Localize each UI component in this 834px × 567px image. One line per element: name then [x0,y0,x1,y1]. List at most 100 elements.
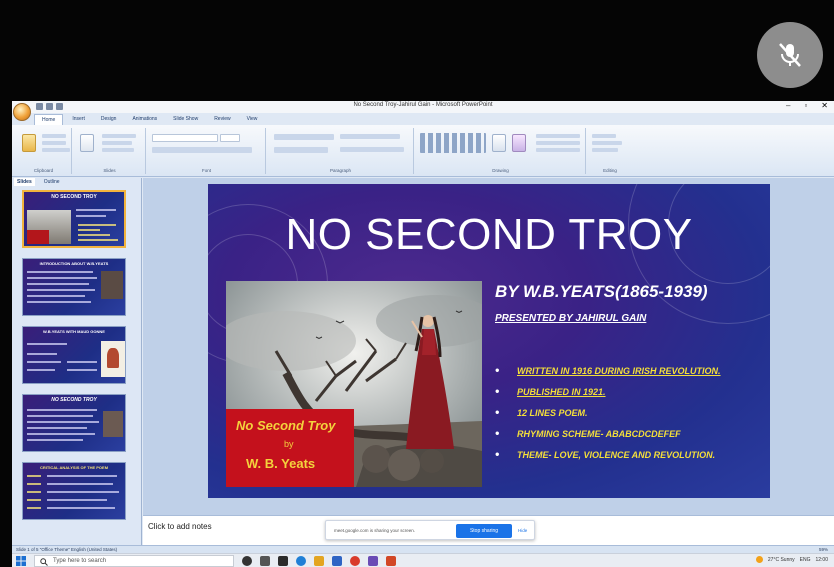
reset-button[interactable] [102,141,132,145]
shape-fill-button[interactable] [536,134,580,138]
poem-artwork[interactable]: No Second Troy by W. B. Yeats [226,281,482,487]
slide-bullets[interactable]: WRITTEN IN 1916 DURING IRISH REVOLUTION.… [494,363,721,471]
font-name-select[interactable] [152,134,218,142]
mic-off-icon[interactable] [757,22,823,88]
thumb-text-line [27,507,41,509]
tab-insert[interactable]: Insert [65,114,92,125]
slide-presenter[interactable]: PRESENTED BY JAHIRUL GAIN [495,313,646,324]
thumb-text-line [27,369,55,371]
slide-thumbnail-2[interactable]: 2 INTRODUCTION ABOUT W.B.YEATS [22,258,126,316]
thumb-text-line [27,277,97,279]
hide-share-bar-button[interactable]: Hide [518,528,527,533]
taskbar-search[interactable]: Type here to search [34,555,234,567]
window-title: No Second Troy-Jahirul Gain - Microsoft … [353,102,493,108]
copy-button[interactable] [42,141,66,145]
slide-thumbnail-3[interactable]: 3 W.B.YEATS WITH MAUD GONNE [22,326,126,384]
thumb-title: CRITICAL ANALYSIS OF THE POEM [39,465,109,470]
meeting-stage: No Second Troy-Jahirul Gain - Microsoft … [0,0,834,567]
minimize-icon[interactable]: – [786,101,790,110]
shared-screen: No Second Troy-Jahirul Gain - Microsoft … [12,101,834,567]
tab-slide-show[interactable]: Slide Show [166,114,205,125]
slide-byline[interactable]: BY W.B.YEATS(1865-1939) [495,282,708,302]
status-left: Slide 1 of 5 "Office Theme" English (Uni… [16,547,118,552]
thumb-text-line [47,475,117,477]
new-slide-button[interactable] [80,134,94,152]
paste-button[interactable] [22,134,36,152]
thumb-text-line [47,499,107,501]
layout-button[interactable] [102,134,136,138]
shapes-gallery[interactable] [420,133,486,153]
cortana-icon[interactable] [242,556,252,566]
notes-placeholder[interactable]: Click to add notes [148,522,212,531]
thumb-title: NO SECOND TROY [51,397,97,403]
windows-start-icon[interactable] [16,556,26,566]
tab-review[interactable]: Review [207,114,237,125]
thumb-text-line [27,295,85,297]
tab-design[interactable]: Design [94,114,124,125]
bullet-item: 12 LINES POEM. [494,405,721,429]
font-size-select[interactable] [220,134,240,142]
thumb-text-line [27,491,41,493]
slide-thumbnail-4[interactable]: 4 NO SECOND TROY [22,394,126,452]
arrange-button[interactable] [492,134,506,152]
language-indicator[interactable]: ENG [800,557,811,563]
store-icon[interactable] [278,556,288,566]
tab-home[interactable]: Home [34,114,64,125]
thumb-text-line [67,361,97,363]
maximize-icon[interactable]: ▫ [804,101,807,110]
windows-taskbar: Type here to search 27°C Sunny ENG 12:00 [12,553,834,567]
window-controls[interactable]: – ▫ ✕ [786,101,828,110]
notes-pane[interactable]: Click to add notes meet.google.com is sh… [143,515,834,545]
thumb-text-line [27,289,95,291]
list-buttons[interactable] [274,134,334,140]
tab-outline[interactable]: Outline [41,178,63,186]
office-button-icon[interactable] [13,103,31,121]
convert-smartart-button[interactable] [340,147,404,152]
thumb-text-line [47,507,115,509]
text-direction-button[interactable] [340,134,400,139]
tab-view[interactable]: View [240,114,265,125]
slide-thumbnail-5[interactable]: 5 CRITICAL ANALYSIS OF THE POEM [22,462,126,520]
slide-title[interactable]: NO SECOND TROY [208,210,770,260]
cut-button[interactable] [42,134,66,138]
editing-group: Editing [588,128,632,174]
ribbon: Clipboard Slides Font Paragraph Drawing … [12,125,834,177]
clipboard-group: Clipboard [16,128,72,174]
artwork-caption-title: No Second Troy [236,418,336,433]
thumb-text-line [27,433,95,435]
editing-group-label: Editing [603,168,617,173]
edge-icon[interactable] [296,556,306,566]
thumb-text-line [47,491,119,493]
shape-outline-button[interactable] [536,141,580,145]
font-format-buttons[interactable] [152,147,252,153]
slide-thumbnail-1[interactable]: 1 NO SECOND TROY [22,190,126,248]
clipboard-group-label: Clipboard [33,168,54,173]
current-slide[interactable]: NO SECOND TROY BY W.B.YEATS(1865-1939) P… [208,184,770,498]
paragraph-group-label: Paragraph [329,168,351,173]
replace-button[interactable] [592,141,622,145]
search-placeholder: Type here to search [53,558,107,564]
select-button[interactable] [592,148,618,152]
close-icon[interactable]: ✕ [821,101,828,110]
stop-sharing-button[interactable]: Stop sharing [456,524,512,538]
mail-icon[interactable] [332,556,342,566]
slides-group: Slides [74,128,146,174]
quick-styles-button[interactable] [512,134,526,152]
chrome-icon[interactable] [350,556,360,566]
format-painter-button[interactable] [42,148,70,152]
file-explorer-icon[interactable] [314,556,324,566]
powerpoint-icon[interactable] [386,556,396,566]
tab-animations[interactable]: Animations [125,114,164,125]
thumb-text-line [78,229,100,231]
tab-slides[interactable]: Slides [14,178,35,186]
thumb-text-line [27,301,91,303]
weather-text[interactable]: 27°C Sunny [768,557,795,563]
align-buttons[interactable] [274,147,328,153]
delete-button[interactable] [102,148,134,152]
shape-effects-button[interactable] [536,148,580,152]
clock[interactable]: 12:00 [815,557,828,563]
find-button[interactable] [592,134,616,138]
task-view-icon[interactable] [260,556,270,566]
zoom-level[interactable]: 59% [819,547,828,552]
app-icon[interactable] [368,556,378,566]
